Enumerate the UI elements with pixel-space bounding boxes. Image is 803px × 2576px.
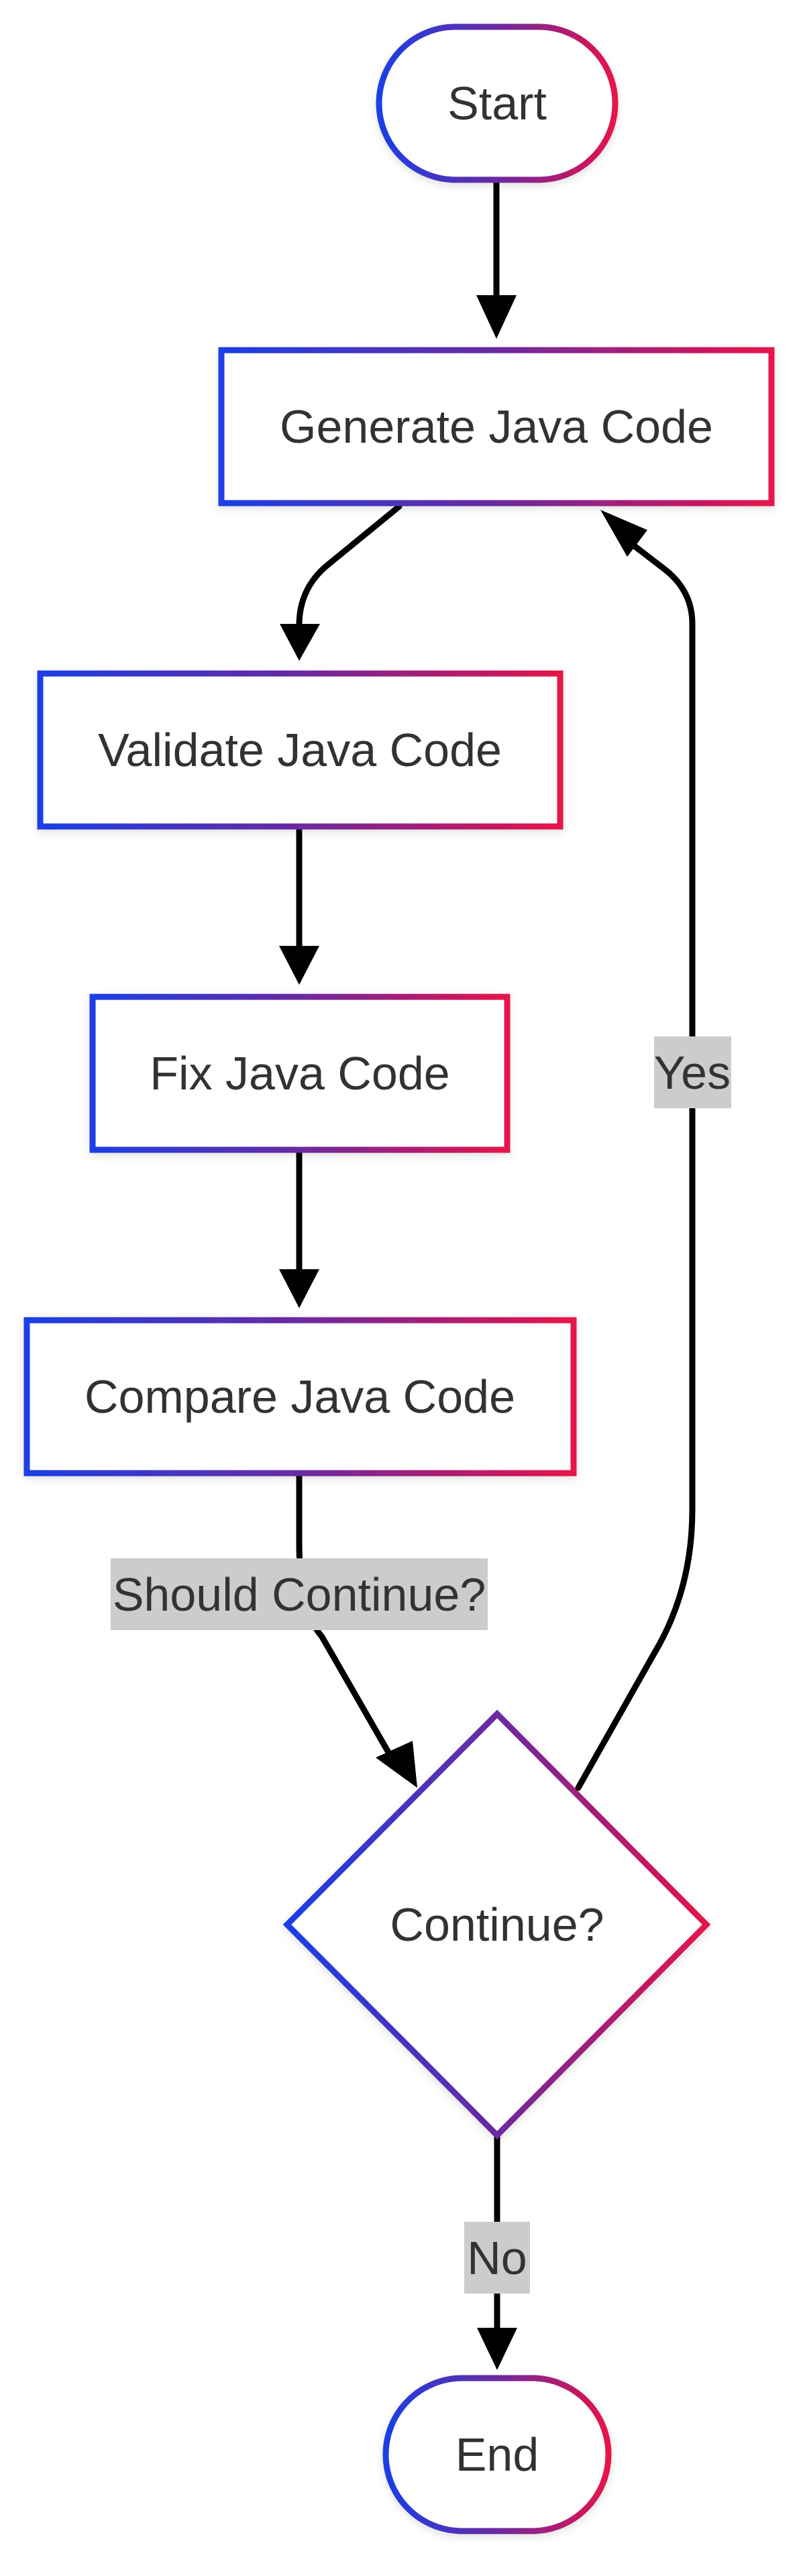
node-generate-java-code-label: Generate Java Code bbox=[280, 400, 713, 453]
node-decision-continue-label: Continue? bbox=[390, 1898, 604, 1951]
edge-label-should-continue-text: Should Continue? bbox=[113, 1568, 486, 1621]
edge-validate-to-fix bbox=[279, 825, 319, 985]
edge-decision-yes-to-generate bbox=[575, 510, 696, 1791]
edge-generate-to-validate bbox=[280, 503, 403, 661]
edge-start-to-generate bbox=[476, 178, 517, 339]
node-fix-java-code: Fix Java Code bbox=[89, 994, 511, 1153]
edge-label-no-text: No bbox=[467, 2232, 527, 2284]
edge-label-should-continue: Should Continue? bbox=[111, 1558, 488, 1630]
edge-compare-to-decision bbox=[296, 1472, 417, 1788]
node-start-label: Start bbox=[447, 77, 547, 129]
node-end: End bbox=[382, 2375, 612, 2534]
node-decision-continue: Continue? bbox=[282, 1709, 711, 2140]
edge-fix-to-compare bbox=[279, 1149, 319, 1308]
node-generate-java-code: Generate Java Code bbox=[218, 347, 775, 506]
node-start: Start bbox=[376, 23, 619, 183]
node-validate-java-code-label: Validate Java Code bbox=[98, 724, 502, 776]
edge-label-yes-text: Yes bbox=[654, 1046, 731, 1099]
node-fix-java-code-label: Fix Java Code bbox=[150, 1047, 449, 1099]
edge-label-yes: Yes bbox=[654, 1036, 731, 1108]
node-compare-java-code-label: Compare Java Code bbox=[85, 1371, 515, 1423]
flowchart: Should Continue? Yes No Start Generate J… bbox=[23, 23, 775, 2534]
edge-label-no: No bbox=[464, 2222, 530, 2294]
node-validate-java-code: Validate Java Code bbox=[37, 670, 564, 830]
node-compare-java-code: Compare Java Code bbox=[23, 1317, 577, 1477]
node-end-label: End bbox=[456, 2428, 539, 2481]
